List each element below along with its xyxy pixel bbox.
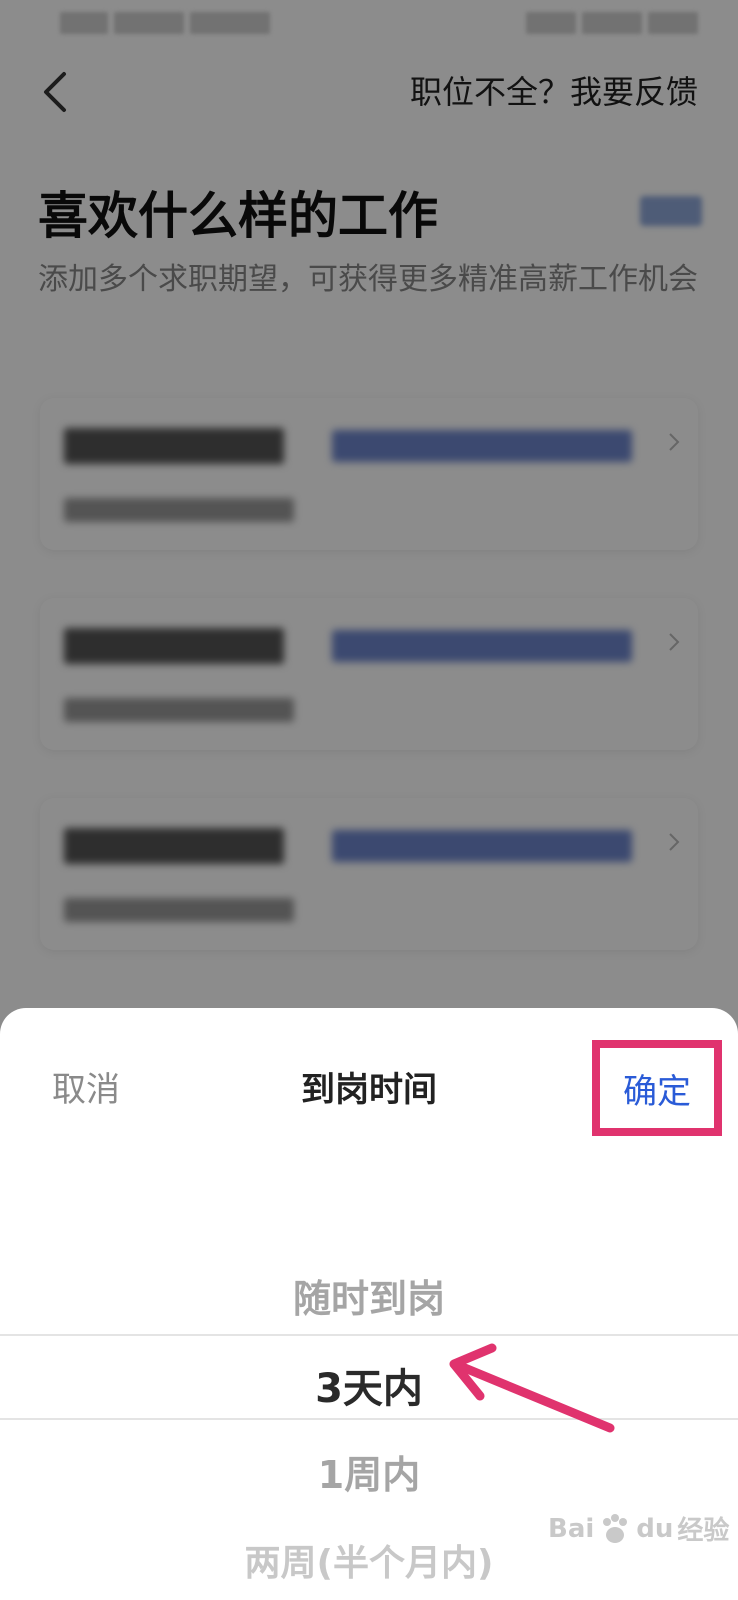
- cancel-button[interactable]: 取消: [52, 1068, 120, 1112]
- watermark-text: Bai: [548, 1513, 595, 1544]
- picker-divider: [0, 1334, 738, 1336]
- baidu-jingyan-watermark: Bai du 经验: [548, 1510, 729, 1547]
- picker-divider: [0, 1418, 738, 1420]
- picker-option[interactable]: 1周内: [0, 1444, 738, 1499]
- baidu-paw-icon: [603, 1513, 628, 1543]
- confirm-button[interactable]: 确定: [592, 1040, 722, 1136]
- watermark-text: 经验: [677, 1516, 730, 1546]
- annotation-arrow-icon: [449, 1343, 615, 1433]
- watermark-text: du: [636, 1513, 674, 1544]
- confirm-label: 确定: [623, 1071, 691, 1112]
- picker-option-selected[interactable]: 3天内: [0, 1356, 738, 1414]
- picker-option[interactable]: 随时到岗: [0, 1268, 738, 1323]
